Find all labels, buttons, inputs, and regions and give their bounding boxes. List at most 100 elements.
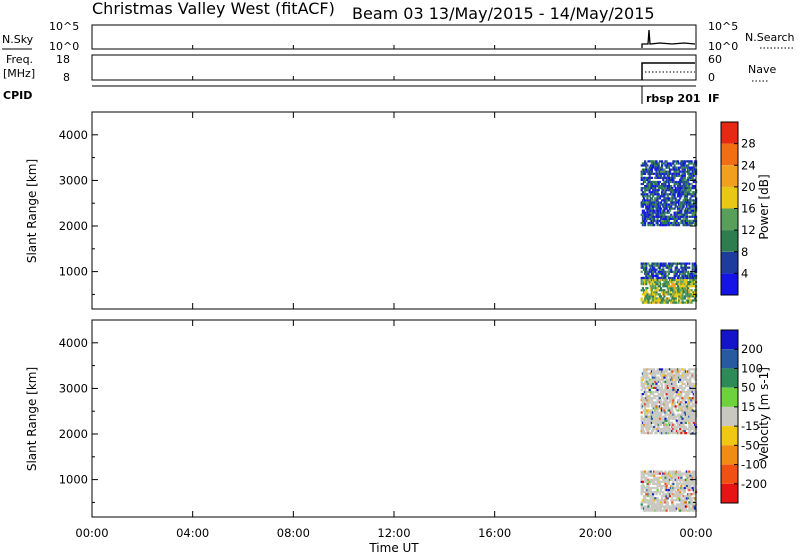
data-cell <box>662 182 665 186</box>
data-cell <box>652 493 655 496</box>
data-cell <box>653 217 656 220</box>
data-cell <box>674 289 677 292</box>
data-cell <box>640 297 643 300</box>
data-cell <box>664 293 667 296</box>
data-cell <box>687 205 690 208</box>
data-cell <box>645 476 648 479</box>
data-cell <box>661 164 664 167</box>
data-cell <box>681 407 684 410</box>
data-cell <box>679 491 682 494</box>
data-cell <box>688 503 691 506</box>
data-cell <box>665 423 668 426</box>
data-cell <box>690 162 693 165</box>
data-cell <box>670 213 673 216</box>
data-cell <box>668 215 672 218</box>
data-cell <box>688 289 691 292</box>
data-cell <box>656 224 659 227</box>
data-cell <box>668 401 672 404</box>
data-cell <box>647 423 650 426</box>
data-cell <box>656 185 659 188</box>
data-cell <box>658 160 661 163</box>
data-cell <box>667 174 670 177</box>
nsky-label: N.Sky <box>2 33 34 46</box>
nave-label: Nave <box>748 63 776 76</box>
freq-label-line2: [MHz] <box>3 67 35 80</box>
data-cell <box>683 386 686 389</box>
data-cell <box>640 484 643 488</box>
data-cell <box>654 476 657 479</box>
data-cell <box>675 266 678 269</box>
data-cell <box>662 215 665 218</box>
data-cell <box>666 195 669 198</box>
data-cell <box>654 176 657 179</box>
data-cell <box>679 417 682 420</box>
data-cell <box>676 160 680 163</box>
data-cell <box>644 195 647 198</box>
data-cell <box>657 168 660 171</box>
data-cell <box>658 180 661 184</box>
data-cell <box>642 178 646 181</box>
data-cell <box>672 178 675 181</box>
data-cell <box>689 299 692 302</box>
data-cell <box>642 382 646 385</box>
data-cell <box>645 268 648 271</box>
data-cell <box>674 203 677 206</box>
data-cell <box>673 486 676 490</box>
colorbar-tick-label: 12 <box>741 223 756 237</box>
data-cell <box>646 203 649 206</box>
data-cell <box>645 201 648 204</box>
data-cell <box>692 374 695 377</box>
data-cell <box>685 285 689 288</box>
data-cell <box>668 180 672 184</box>
data-cell <box>649 380 652 383</box>
data-cell <box>667 182 670 186</box>
data-cell <box>642 197 646 200</box>
data-cell <box>665 399 668 402</box>
data-cell <box>657 376 660 379</box>
data-cell <box>650 199 653 202</box>
data-cell <box>685 215 689 218</box>
data-cell <box>667 425 670 428</box>
data-cell <box>667 219 670 222</box>
data-cell <box>654 374 657 377</box>
data-cell <box>676 209 680 212</box>
data-cell <box>648 482 651 485</box>
data-cell <box>657 262 660 265</box>
data-cell <box>655 160 658 163</box>
data-cell <box>650 509 653 512</box>
data-cell <box>658 472 661 475</box>
data-cell <box>676 201 680 204</box>
data-cell <box>679 217 682 220</box>
data-cell <box>679 378 682 381</box>
data-cell <box>640 270 643 273</box>
data-cell <box>656 289 659 292</box>
data-cell <box>671 370 674 373</box>
data-cell <box>647 472 650 475</box>
data-cell <box>665 370 668 373</box>
data-cell <box>689 429 692 433</box>
data-cell <box>674 205 677 208</box>
data-cell <box>673 493 676 496</box>
data-cell <box>671 199 674 202</box>
data-cell <box>666 405 669 408</box>
data-cell <box>680 395 683 398</box>
data-cell <box>662 205 665 208</box>
data-cell <box>678 486 681 490</box>
data-cell <box>683 193 686 196</box>
data-cell <box>647 185 650 188</box>
data-cell <box>642 266 646 269</box>
data-cell <box>661 160 664 163</box>
data-cell <box>650 168 653 171</box>
data-cell <box>646 164 649 167</box>
data-cell <box>655 376 658 379</box>
data-cell <box>655 432 658 435</box>
data-cell <box>672 507 675 510</box>
data-cell <box>688 370 691 373</box>
data-cell <box>641 182 644 186</box>
nsearch-tick-high: 10^5 <box>708 20 738 33</box>
data-cell <box>644 293 647 296</box>
data-cell <box>687 180 690 184</box>
data-cell <box>650 191 653 194</box>
data-cell <box>683 503 686 506</box>
data-cell <box>684 283 687 286</box>
